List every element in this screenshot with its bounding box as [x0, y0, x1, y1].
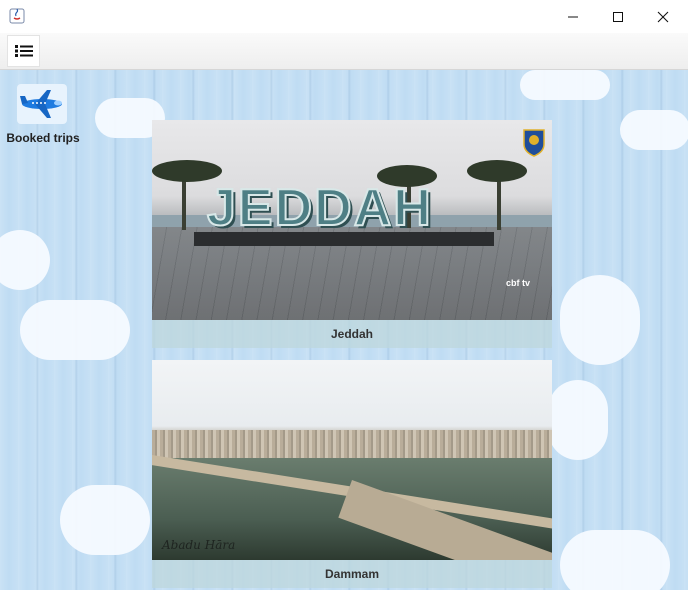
palm-tree: [497, 175, 501, 230]
city-skyline: [152, 430, 552, 460]
palm-fronds: [467, 160, 527, 182]
destination-card-dammam[interactable]: Abadu Hāra Dammam: [152, 360, 552, 588]
cloud-decoration: [548, 380, 608, 460]
cloud-decoration: [60, 485, 150, 555]
list-icon: [14, 45, 33, 57]
cloud-decoration: [520, 70, 610, 100]
booked-trips-label: Booked trips: [6, 131, 80, 145]
palm-tree: [182, 175, 186, 230]
photo-watermark: cbf tv: [505, 278, 530, 288]
crest-icon: [522, 126, 546, 160]
jeddah-sign: JEDDAH: [206, 178, 433, 238]
menu-button[interactable]: [7, 35, 40, 67]
cloud-decoration: [0, 230, 50, 290]
destination-photo: JEDDAH cbf tv: [152, 120, 552, 320]
close-button[interactable]: [640, 0, 686, 33]
destination-card-jeddah[interactable]: JEDDAH cbf tv Jeddah: [152, 120, 552, 348]
destination-name: Jeddah: [152, 320, 552, 348]
java-app-icon: [9, 8, 25, 24]
toolbar: [0, 33, 688, 70]
destination-photo: Abadu Hāra: [152, 360, 552, 560]
minimize-button[interactable]: [550, 0, 596, 33]
window-titlebar: [0, 0, 688, 34]
cloud-decoration: [620, 110, 688, 150]
cloud-decoration: [560, 275, 640, 365]
cloud-decoration: [20, 300, 130, 360]
destinations-panel: Booked trips JEDDAH cbf tv Jeddah Abadu …: [0, 70, 688, 590]
maximize-button[interactable]: [595, 0, 641, 33]
destination-name: Dammam: [152, 560, 552, 588]
photo-signature: Abadu Hāra: [162, 538, 236, 552]
airplane-icon: [17, 84, 67, 124]
cloud-decoration: [560, 530, 670, 590]
